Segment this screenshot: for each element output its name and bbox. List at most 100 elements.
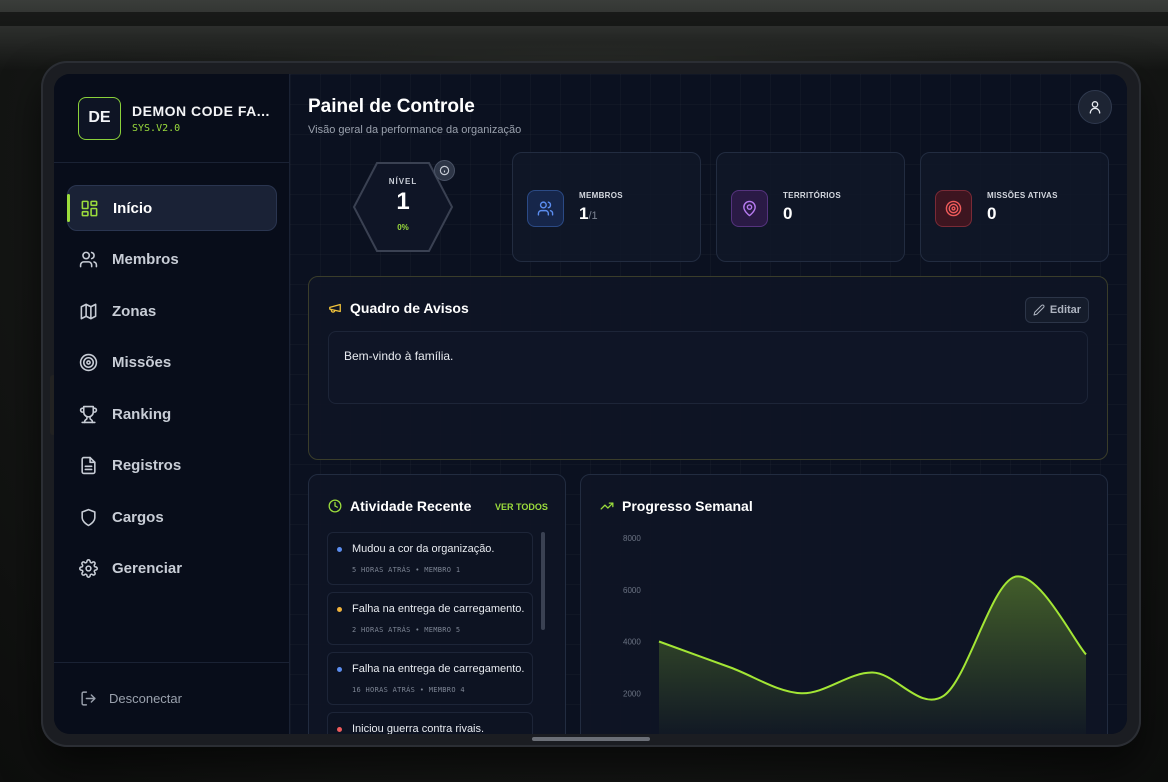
sidebar-nav: Início Membros Zonas Missões Ranking Reg… <box>54 163 289 592</box>
pencil-icon <box>1033 304 1045 316</box>
recent-activity-panel: Atividade Recente VER TODOS Mudou a cor … <box>308 474 566 734</box>
document-icon <box>81 456 96 475</box>
stat-label: MEMBROS <box>579 191 623 200</box>
logout-label: Desconectar <box>109 691 182 706</box>
activity-list: Mudou a cor da organização. 5 HORAS ATRÁ… <box>327 532 533 734</box>
recent-activity-title-text: Atividade Recente <box>350 498 472 514</box>
user-menu-button[interactable] <box>1078 90 1112 124</box>
logout-icon <box>81 691 96 706</box>
brand-name: DEMON CODE FA... <box>132 102 270 119</box>
brand-logo: DE <box>78 96 121 140</box>
sidebar-item-label: Ranking <box>112 405 172 423</box>
sidebar-item-label: Zonas <box>112 302 157 320</box>
see-all-link[interactable]: VER TODOS <box>495 502 548 512</box>
list-item[interactable]: Falha na entrega de carregamento. 2 HORA… <box>327 592 533 645</box>
sidebar-item-ranking[interactable]: Ranking <box>67 391 277 437</box>
recent-activity-title: Atividade Recente <box>328 498 471 514</box>
level-info-button[interactable] <box>434 160 455 181</box>
stat-total: /1 <box>588 210 598 222</box>
logout-button[interactable]: Desconectar <box>54 662 289 734</box>
sidebar-item-label: Cargos <box>112 508 164 526</box>
activity-text: Falha na entrega de carregamento. <box>352 663 525 675</box>
page-title: Painel de Controle <box>308 96 475 117</box>
page-subtitle: Visão geral da performance da organizaçã… <box>308 124 522 136</box>
stat-card-membros: MEMBROS 1/1 <box>512 152 701 262</box>
activity-text: Mudou a cor da organização. <box>352 543 495 555</box>
notice-message: Bem-vindo à família. <box>344 349 454 363</box>
sidebar-item-registros[interactable]: Registros <box>67 443 277 489</box>
chart-area-fill <box>659 576 1086 734</box>
sidebar-item-label: Registros <box>112 457 182 474</box>
gear-icon <box>79 559 98 578</box>
background-ceiling <box>0 0 1168 70</box>
level-progress: 0% <box>397 223 409 232</box>
users-icon <box>79 251 98 268</box>
brand-version: SYS.V2.0 <box>132 122 181 134</box>
dashboard-icon <box>81 200 98 216</box>
trophy-icon <box>79 405 98 423</box>
activity-meta: 5 HORAS ATRÁS • MEMBRO 1 <box>352 566 461 574</box>
notice-board-title: Quadro de Avisos <box>328 300 469 316</box>
home-indicator[interactable] <box>532 737 650 741</box>
target-icon <box>79 353 98 372</box>
status-dot <box>337 607 342 612</box>
main-content: Painel de Controle Visão geral da perfor… <box>290 74 1127 734</box>
weekly-progress-chart: 8000 6000 4000 2000 <box>623 534 1087 734</box>
notice-board: Quadro de Avisos Editar Bem-vindo à famí… <box>308 276 1108 460</box>
clock-icon <box>328 499 342 513</box>
weekly-progress-panel: Progresso Semanal 8000 6000 4000 2000 <box>580 474 1108 734</box>
megaphone-icon <box>329 303 341 313</box>
map-pin-icon <box>743 200 756 217</box>
activity-scrollbar[interactable] <box>541 532 545 630</box>
info-icon <box>439 165 450 176</box>
stat-value: 0 <box>783 204 793 223</box>
stat-icon-box <box>935 190 972 227</box>
y-tick-label: 2000 <box>623 689 641 698</box>
sidebar-item-label: Missões <box>112 354 172 371</box>
stat-label: MISSÕES ATIVAS <box>987 191 1058 200</box>
shield-icon <box>81 508 96 526</box>
activity-text: Falha na entrega de carregamento. <box>352 603 525 615</box>
list-item[interactable]: Falha na entrega de carregamento. 16 HOR… <box>327 652 533 705</box>
sidebar-item-cargos[interactable]: Cargos <box>67 494 277 540</box>
activity-meta: 2 HORAS ATRÁS • MEMBRO 5 <box>352 626 461 634</box>
sidebar-item-label: Gerenciar <box>112 560 183 577</box>
sidebar-item-inicio[interactable]: Início <box>67 185 277 231</box>
sidebar-item-gerenciar[interactable]: Gerenciar <box>67 546 277 592</box>
map-icon <box>80 303 97 319</box>
level-value: 1 <box>396 188 410 215</box>
y-tick-label: 8000 <box>623 534 641 543</box>
sidebar-item-zonas[interactable]: Zonas <box>67 288 277 334</box>
status-dot <box>337 547 342 552</box>
edit-button-label: Editar <box>1049 304 1082 316</box>
sidebar-item-missoes[interactable]: Missões <box>67 340 277 386</box>
stat-value: 1/1 <box>579 204 598 224</box>
background-beam <box>0 12 1168 26</box>
status-dot <box>337 667 342 672</box>
sidebar: DE DEMON CODE FA... SYS.V2.0 Início Memb… <box>54 74 290 734</box>
notice-message-box: Bem-vindo à família. <box>328 331 1088 404</box>
sidebar-item-label: Início <box>113 199 153 217</box>
stat-value: 0 <box>987 204 997 223</box>
target-icon <box>945 200 962 217</box>
stat-card-territorios: TERRITÓRIOS 0 <box>716 152 905 262</box>
y-tick-label: 6000 <box>623 586 641 595</box>
y-tick-label: 4000 <box>623 638 641 647</box>
users-icon <box>537 201 554 216</box>
sidebar-item-label: Membros <box>112 251 179 268</box>
stat-icon-box <box>731 190 768 227</box>
list-item[interactable]: Iniciou guerra contra rivais. <box>327 712 533 734</box>
stat-icon-box <box>527 190 564 227</box>
stat-label: TERRITÓRIOS <box>783 191 841 200</box>
activity-meta: 16 HORAS ATRÁS • MEMBRO 4 <box>352 686 465 694</box>
notice-board-title-text: Quadro de Avisos <box>350 300 469 316</box>
activity-text: Iniciou guerra contra rivais. <box>352 723 485 734</box>
user-icon <box>1089 101 1101 114</box>
app-screen: DE DEMON CODE FA... SYS.V2.0 Início Memb… <box>54 74 1127 734</box>
status-dot <box>337 727 342 732</box>
stat-card-missoes-ativas: MISSÕES ATIVAS 0 <box>920 152 1109 262</box>
sidebar-item-membros[interactable]: Membros <box>67 237 277 283</box>
brand: DE DEMON CODE FA... SYS.V2.0 <box>54 74 289 163</box>
list-item[interactable]: Mudou a cor da organização. 5 HORAS ATRÁ… <box>327 532 533 585</box>
edit-button[interactable]: Editar <box>1025 297 1089 323</box>
